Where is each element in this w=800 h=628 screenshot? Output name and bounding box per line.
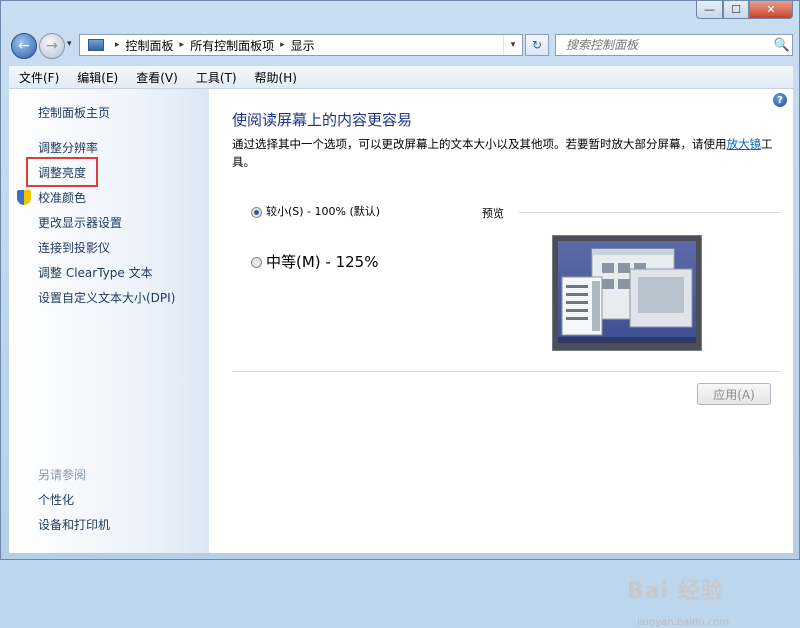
page-description: 通过选择其中一个选项，可以更改屏幕上的文本大小以及其他项。若要暂时放大部分屏幕，… bbox=[232, 135, 777, 171]
minimize-button[interactable]: — bbox=[696, 1, 723, 19]
apply-button[interactable]: 应用(A) bbox=[697, 383, 771, 405]
preview-label: 预览 bbox=[482, 207, 504, 220]
page-title: 使阅读屏幕上的内容更容易 bbox=[232, 111, 413, 129]
sidebar-item-resolution[interactable]: 调整分辨率 bbox=[38, 139, 98, 156]
menu-view[interactable]: 查看(V) bbox=[126, 69, 186, 86]
breadcrumb-display[interactable]: 显示 bbox=[291, 37, 315, 54]
sidebar-item-home[interactable]: 控制面板主页 bbox=[38, 104, 110, 121]
breadcrumb-control-panel[interactable]: 控制面板 bbox=[126, 37, 174, 54]
menu-bar: 文件(F) 编辑(E) 查看(V) 工具(T) 帮助(H) bbox=[9, 66, 793, 89]
breadcrumb-separator-icon: ▸ bbox=[280, 40, 285, 50]
control-panel-icon bbox=[88, 39, 104, 51]
search-input[interactable] bbox=[556, 37, 772, 53]
preview-divider bbox=[519, 212, 781, 213]
caption-buttons: — ☐ ✕ bbox=[696, 1, 793, 19]
shield-icon bbox=[17, 190, 31, 205]
description-text: 通过选择其中一个选项，可以更改屏幕上的文本大小以及其他项。若要暂时放大部分屏幕，… bbox=[232, 137, 727, 151]
maximize-button[interactable]: ☐ bbox=[723, 1, 749, 19]
breadcrumb-separator-icon: ▸ bbox=[115, 40, 120, 50]
watermark-url: jingyan.baidu.com bbox=[637, 617, 730, 628]
sidebar-item-display-settings[interactable]: 更改显示器设置 bbox=[38, 214, 122, 231]
search-icon[interactable]: 🔍 bbox=[772, 38, 792, 53]
menu-help[interactable]: 帮助(H) bbox=[245, 69, 305, 86]
menu-edit[interactable]: 编辑(E) bbox=[67, 69, 126, 86]
highlight-box bbox=[26, 157, 98, 187]
menu-tools[interactable]: 工具(T) bbox=[186, 69, 245, 86]
magnifier-link[interactable]: 放大镜 bbox=[727, 137, 762, 151]
refresh-button[interactable]: ↻ bbox=[525, 34, 549, 56]
option-smaller-radio[interactable] bbox=[251, 207, 262, 218]
content-area: 控制面板主页 调整分辨率 调整亮度 校准颜色 更改显示器设置 连接到投影仪 调整… bbox=[9, 89, 793, 628]
menu-file[interactable]: 文件(F) bbox=[9, 69, 67, 86]
watermark-logo: Bai 经验 bbox=[627, 579, 724, 604]
close-button[interactable]: ✕ bbox=[749, 1, 793, 19]
sidebar-item-custom-dpi[interactable]: 设置自定义文本大小(DPI) bbox=[38, 289, 175, 306]
control-panel-window: — ☐ ✕ ← → ▾ ▸ 控制面板 ▸ 所有控制面板项 ▸ 显示 ▾ ↻ 🔍 … bbox=[0, 0, 800, 628]
help-icon[interactable]: ? bbox=[773, 93, 787, 107]
option-medium-radio[interactable] bbox=[251, 257, 262, 268]
back-button[interactable]: ← bbox=[11, 33, 37, 59]
address-bar[interactable]: ▸ 控制面板 ▸ 所有控制面板项 ▸ 显示 ▾ bbox=[79, 34, 523, 56]
section-divider bbox=[232, 371, 781, 372]
recent-pages-dropdown-icon[interactable]: ▾ bbox=[67, 39, 72, 49]
address-dropdown-icon[interactable]: ▾ bbox=[503, 35, 522, 55]
see-also-heading: 另请参阅 bbox=[38, 468, 87, 482]
preview-image bbox=[552, 235, 702, 351]
forward-button[interactable]: → bbox=[39, 33, 65, 59]
sidebar-item-personalization[interactable]: 个性化 bbox=[38, 491, 74, 508]
option-medium-label[interactable]: 中等(M) - 125% bbox=[266, 251, 378, 272]
sidebar-item-calibrate-color[interactable]: 校准颜色 bbox=[38, 189, 86, 206]
navigation-bar: ← → ▾ ▸ 控制面板 ▸ 所有控制面板项 ▸ 显示 ▾ ↻ 🔍 bbox=[9, 31, 793, 61]
sidebar-item-projector[interactable]: 连接到投影仪 bbox=[38, 239, 110, 256]
preview-illustration bbox=[558, 248, 696, 343]
breadcrumb-separator-icon: ▸ bbox=[179, 40, 185, 50]
sidebar-item-devices-printers[interactable]: 设备和打印机 bbox=[38, 516, 110, 533]
task-pane: 控制面板主页 调整分辨率 调整亮度 校准颜色 更改显示器设置 连接到投影仪 调整… bbox=[9, 89, 209, 553]
breadcrumb-all-items[interactable]: 所有控制面板项 bbox=[190, 37, 274, 54]
search-box: 🔍 bbox=[555, 34, 793, 56]
option-smaller-label[interactable]: 较小(S) - 100% (默认) bbox=[266, 203, 380, 219]
preview-screen bbox=[558, 241, 696, 343]
sidebar-item-cleartype[interactable]: 调整 ClearType 文本 bbox=[38, 264, 153, 281]
